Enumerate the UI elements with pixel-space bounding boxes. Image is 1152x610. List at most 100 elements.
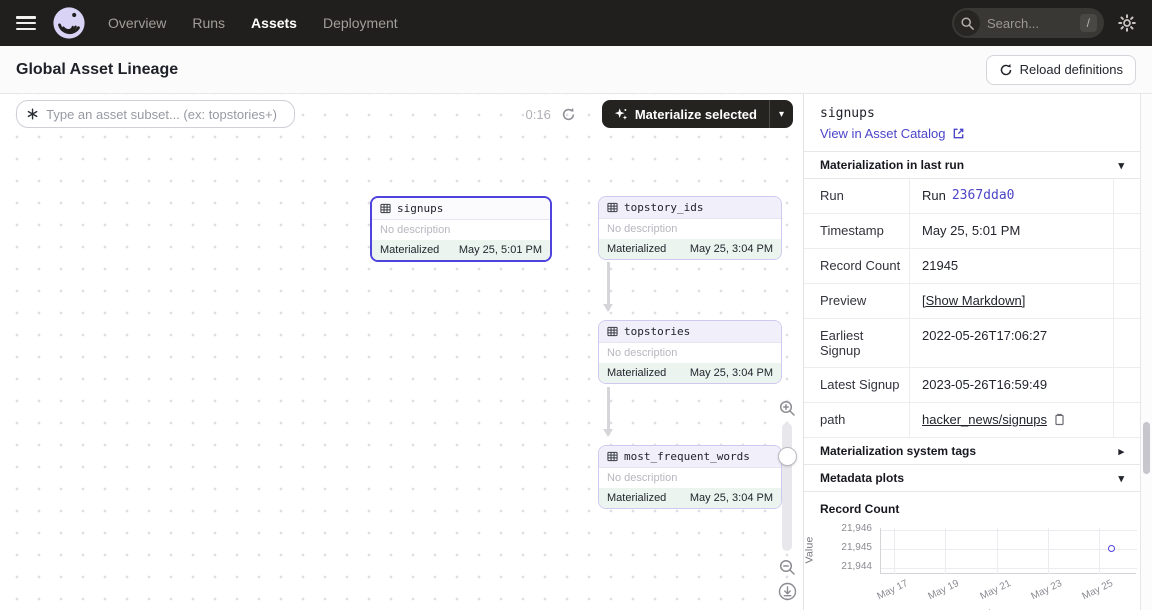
nav-item-assets[interactable]: Assets bbox=[251, 15, 297, 31]
settings-gear-icon[interactable] bbox=[1118, 14, 1136, 32]
external-link-icon bbox=[952, 127, 965, 140]
table-row-timestamp: Timestamp May 25, 5:01 PM bbox=[804, 214, 1140, 249]
reload-definitions-button[interactable]: Reload definitions bbox=[986, 55, 1136, 85]
run-id-link[interactable]: 2367dda0 bbox=[952, 188, 1015, 203]
page-header: Global Asset Lineage Reload definitions bbox=[0, 46, 1152, 94]
asset-node-timestamp: May 25, 3:04 PM bbox=[690, 492, 773, 504]
sidebar-scrollbar[interactable] bbox=[1140, 94, 1152, 610]
nav-item-deployment[interactable]: Deployment bbox=[323, 15, 398, 31]
asset-node-description: No description bbox=[599, 219, 781, 239]
section-metadata-plots[interactable]: Metadata plots ▾ bbox=[804, 465, 1140, 492]
zoom-slider-handle[interactable] bbox=[778, 447, 797, 466]
row-value: 21945 bbox=[910, 249, 1114, 283]
section-label: Materialization system tags bbox=[820, 444, 976, 458]
section-materialization-system-tags[interactable]: Materialization system tags ▸ bbox=[804, 438, 1140, 465]
table-icon bbox=[607, 326, 618, 337]
run-prefix: Run bbox=[922, 188, 946, 203]
table-row-record-count: Record Count 21945 bbox=[804, 249, 1140, 284]
nav-item-overview[interactable]: Overview bbox=[108, 15, 166, 31]
x-tick: May 23 bbox=[1016, 578, 1064, 609]
search-input[interactable] bbox=[987, 16, 1067, 31]
refresh-icon[interactable] bbox=[561, 107, 576, 122]
edge-topstory-ids-to-topstories bbox=[607, 262, 610, 310]
download-image-icon[interactable] bbox=[775, 582, 799, 601]
asset-node-status: Materialized bbox=[380, 244, 439, 256]
asset-graph-canvas[interactable]: 0:16 Materialize selected ▾ bbox=[0, 94, 804, 610]
search-icon bbox=[954, 10, 980, 36]
asset-node-description: No description bbox=[599, 343, 781, 363]
asset-node-name: signups bbox=[397, 202, 443, 215]
search-shortcut-badge: / bbox=[1080, 14, 1097, 32]
refresh-timer: 0:16 bbox=[526, 107, 551, 122]
section-materialization-last-run[interactable]: Materialization in last run ▾ bbox=[804, 152, 1140, 179]
row-label: Record Count bbox=[804, 249, 910, 283]
top-nav: Overview Runs Assets Deployment / bbox=[0, 0, 1152, 46]
table-icon bbox=[380, 203, 391, 214]
chevron-down-icon: ▾ bbox=[1118, 472, 1124, 485]
nav-item-runs[interactable]: Runs bbox=[192, 15, 225, 31]
show-markdown-link[interactable]: [Show Markdown] bbox=[922, 293, 1025, 308]
asset-node-name: most_frequent_words bbox=[624, 450, 750, 463]
zoom-out-icon[interactable] bbox=[775, 559, 799, 576]
asset-node-signups[interactable]: signups No description Materialized May … bbox=[370, 196, 552, 262]
dagster-logo-icon[interactable] bbox=[52, 6, 86, 40]
table-row-earliest-signup: Earliest Signup 2022-05-26T17:06:27 bbox=[804, 319, 1140, 368]
view-in-asset-catalog-link[interactable]: View in Asset Catalog bbox=[820, 126, 1124, 141]
asset-node-most-frequent-words[interactable]: most_frequent_words No description Mater… bbox=[598, 445, 782, 509]
asset-node-topstories[interactable]: topstories No description Materialized M… bbox=[598, 320, 782, 384]
global-search[interactable]: / bbox=[952, 8, 1104, 38]
asset-node-name: topstory_ids bbox=[624, 201, 703, 214]
zoom-slider[interactable] bbox=[782, 423, 792, 551]
sparkle-icon bbox=[614, 107, 628, 121]
row-label: Preview bbox=[804, 284, 910, 318]
materialize-selected-button[interactable]: Materialize selected ▾ bbox=[602, 100, 793, 128]
zoom-in-icon[interactable] bbox=[775, 400, 799, 417]
table-row-latest-signup: Latest Signup 2023-05-26T16:59:49 bbox=[804, 368, 1140, 403]
x-tick: May 21 bbox=[965, 578, 1013, 609]
row-label: Run bbox=[804, 179, 910, 213]
asset-node-timestamp: May 25, 3:04 PM bbox=[690, 367, 773, 379]
row-label: Timestamp bbox=[804, 214, 910, 248]
metadata-plot-title: Record Count bbox=[804, 492, 1140, 516]
view-in-asset-catalog-label: View in Asset Catalog bbox=[820, 126, 946, 141]
table-row-run: Run Run 2367dda0 bbox=[804, 179, 1140, 214]
x-tick: May 19 bbox=[913, 578, 961, 609]
row-label: Earliest Signup bbox=[804, 319, 910, 367]
path-link[interactable]: hacker_news/signups bbox=[922, 412, 1047, 427]
asset-node-timestamp: May 25, 3:04 PM bbox=[690, 243, 773, 255]
section-label: Materialization in last run bbox=[820, 158, 964, 172]
copy-icon[interactable] bbox=[1053, 413, 1066, 426]
op-selector-icon bbox=[27, 108, 38, 120]
section-label: Metadata plots bbox=[820, 471, 904, 485]
table-row-preview: Preview [Show Markdown] bbox=[804, 284, 1140, 319]
chart-plot-area: May 17 May 19 May 21 May 23 May 25 bbox=[880, 528, 1136, 574]
y-tick: 21,944 bbox=[828, 561, 872, 572]
chevron-right-icon: ▸ bbox=[1118, 445, 1124, 458]
row-value: May 25, 5:01 PM bbox=[910, 214, 1114, 248]
row-value: 2022-05-26T17:06:27 bbox=[910, 319, 1114, 367]
scrollbar-thumb[interactable] bbox=[1143, 422, 1150, 474]
asset-subset-filter[interactable] bbox=[16, 100, 295, 128]
row-value: 2023-05-26T16:59:49 bbox=[910, 368, 1114, 402]
x-tick: May 25 bbox=[1067, 578, 1115, 609]
y-tick: 21,945 bbox=[828, 542, 872, 553]
data-point[interactable] bbox=[1108, 545, 1115, 552]
asset-node-description: No description bbox=[599, 468, 781, 488]
zoom-controls bbox=[775, 400, 799, 607]
materialize-dropdown-caret[interactable]: ▾ bbox=[770, 100, 793, 128]
nav-links: Overview Runs Assets Deployment bbox=[108, 15, 398, 31]
chevron-down-icon: ▾ bbox=[1118, 159, 1124, 172]
reload-definitions-label: Reload definitions bbox=[1020, 62, 1123, 77]
x-tick: May 17 bbox=[862, 578, 910, 609]
asset-subset-input[interactable] bbox=[46, 107, 284, 122]
page-title: Global Asset Lineage bbox=[16, 61, 178, 79]
asset-node-name: topstories bbox=[624, 325, 690, 338]
asset-node-status: Materialized bbox=[607, 492, 666, 504]
refresh-icon bbox=[999, 63, 1013, 77]
edge-topstories-to-most-frequent-words bbox=[607, 387, 610, 435]
menu-icon[interactable] bbox=[16, 16, 36, 30]
asset-node-timestamp: May 25, 5:01 PM bbox=[459, 244, 542, 256]
asset-details-sidebar: signups View in Asset Catalog Materializ… bbox=[804, 94, 1140, 610]
row-label: Latest Signup bbox=[804, 368, 910, 402]
asset-node-topstory-ids[interactable]: topstory_ids No description Materialized… bbox=[598, 196, 782, 260]
